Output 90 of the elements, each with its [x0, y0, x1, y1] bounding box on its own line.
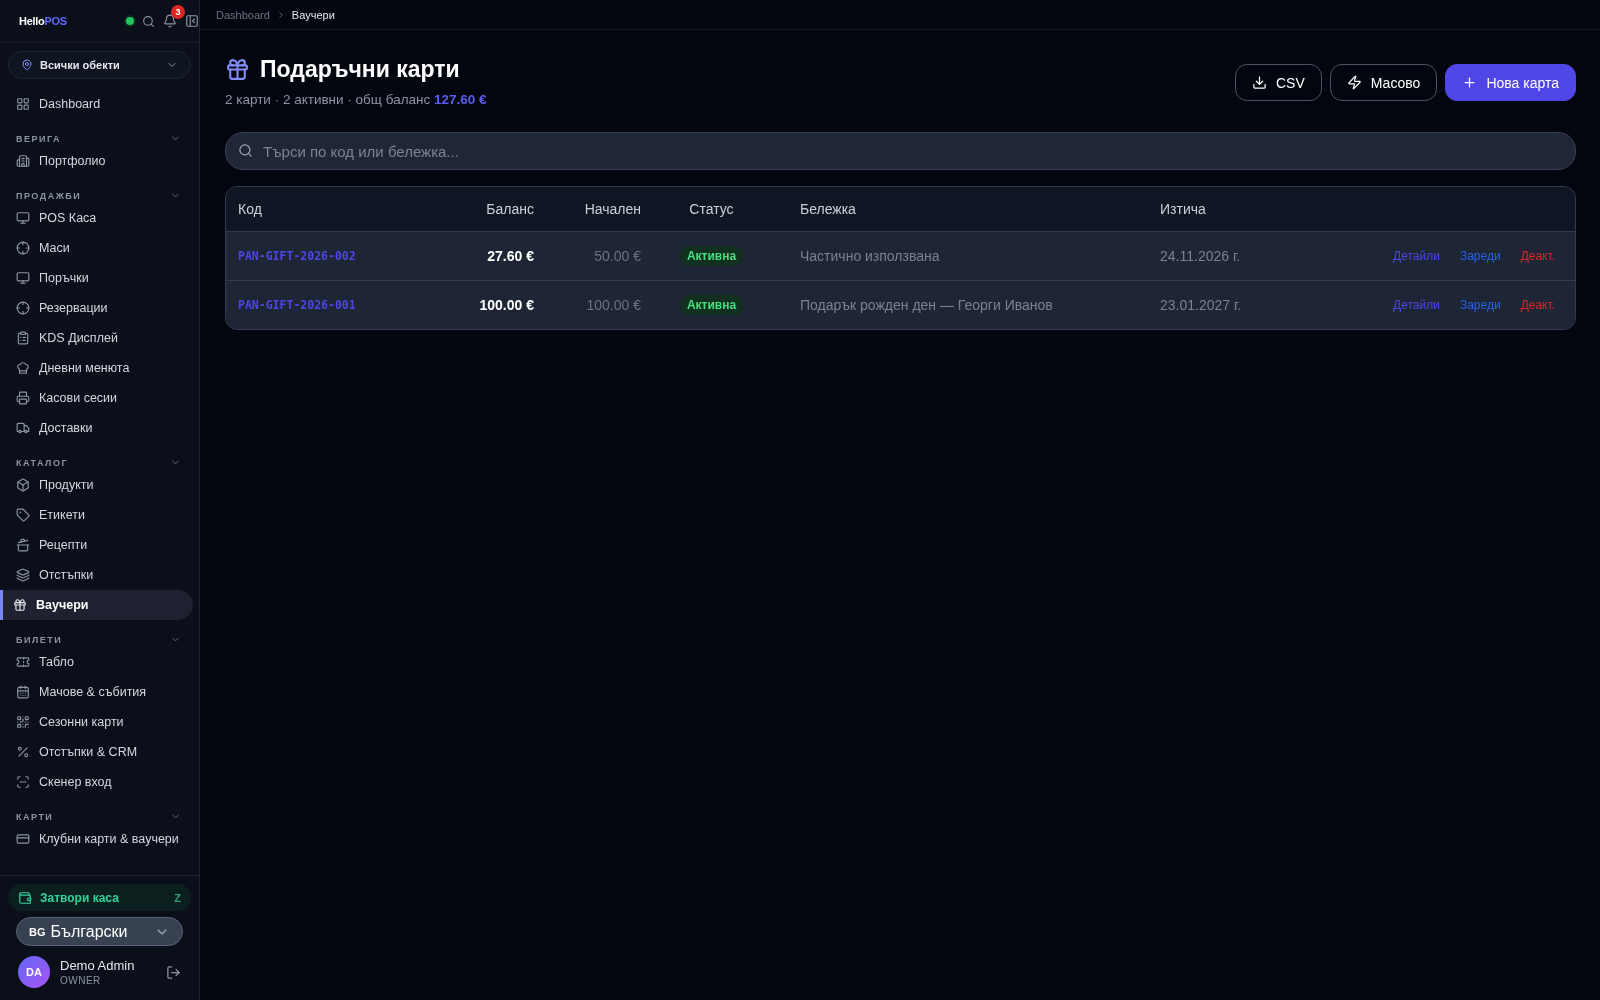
breadcrumb-link[interactable]: Dashboard [216, 8, 270, 21]
nav-item[interactable]: Етикети [0, 500, 199, 530]
column-header: Статус [688, 201, 735, 217]
grid-icon [16, 97, 30, 111]
crosshair-icon [16, 241, 30, 255]
column-header: Баланс [485, 201, 534, 217]
logout-icon[interactable] [166, 964, 181, 980]
printer-icon [16, 391, 30, 405]
column-header: Изтича [1160, 201, 1207, 217]
chef-hat-icon [16, 361, 30, 375]
nav-item[interactable]: Клубни карти & ваучери [0, 824, 199, 854]
column-header: Бележка [799, 201, 857, 217]
crosshair-icon [16, 301, 30, 315]
ticket-icon [16, 655, 30, 669]
map-pin-icon [21, 59, 33, 71]
close-register-button[interactable]: Затвори каса Z [8, 884, 191, 911]
section-title: ПРОДАЖБИ [16, 190, 82, 201]
nav-item[interactable]: Dashboard [0, 89, 199, 119]
layers-icon [16, 568, 30, 582]
initial-amount-cell-text: 50.00 € [593, 248, 641, 264]
balance-cell-text: 100.00 € [478, 297, 534, 313]
location-select[interactable]: Всички обекти [8, 51, 191, 79]
pot-icon [16, 538, 30, 552]
section-title: КАТАЛОГ [16, 457, 68, 468]
plus-icon [1462, 75, 1478, 90]
avatar: DA [18, 956, 50, 988]
user-name: Demo Admin [60, 958, 136, 973]
note-cell-text: Частично използвана [799, 248, 941, 264]
nav-item[interactable]: Табло [0, 647, 199, 677]
language-select[interactable]: BG Български [16, 917, 183, 946]
nav-item[interactable]: Резервации [0, 293, 199, 323]
card-icon [16, 832, 30, 846]
lightning-icon [1346, 75, 1362, 90]
gift-icon [13, 598, 27, 612]
search-icon[interactable] [142, 14, 155, 28]
section-title: БИЛЕТИ [16, 634, 63, 645]
user-role: OWNER [60, 975, 102, 986]
download-icon [1252, 75, 1267, 90]
search-field[interactable]: Търси по код или бележка... [225, 132, 1576, 170]
building-icon [16, 154, 30, 168]
note-cell-text: Подарък рожден ден — Георги Иванов [799, 297, 1054, 313]
truck-icon [16, 421, 30, 435]
nav-item[interactable]: Поръчки [0, 263, 199, 293]
toolbar-button[interactable]: CSV [1235, 64, 1322, 101]
status-badge: Активна [679, 246, 744, 266]
monitor-icon [16, 211, 30, 225]
logo: HelloPOS [19, 15, 67, 27]
summary-text: 2 карти · 2 активни · общ баланс 127.60 € [225, 92, 487, 107]
collapse-sidebar-icon[interactable] [185, 14, 199, 28]
status-badge: Активна [679, 295, 744, 315]
expiry-cell-text: 24.11.2026 г. [1160, 248, 1242, 264]
nav-item[interactable]: Портфолио [0, 146, 199, 176]
box-icon [16, 478, 30, 492]
bell-icon[interactable] [163, 14, 177, 28]
nav-item[interactable]: POS Каса [0, 203, 199, 233]
toolbar-button[interactable]: Масово [1329, 64, 1438, 101]
breadcrumb-link[interactable]: Ваучери [291, 8, 335, 21]
section-title: КАРТИ [16, 811, 54, 822]
nav-item[interactable]: Скенер вход [0, 767, 199, 797]
clipboard-icon [16, 331, 30, 345]
nav-item[interactable]: Дневни менюта [0, 353, 199, 383]
qr-code-icon [16, 715, 30, 729]
toolbar-button[interactable]: Нова карта [1445, 64, 1576, 101]
calendar-icon [16, 685, 30, 699]
nav-item[interactable]: Сезонни карти [0, 707, 199, 737]
monitor-icon [16, 271, 30, 285]
nav-item[interactable]: Отстъпки & CRM [0, 737, 199, 767]
scan-icon [16, 775, 30, 789]
page-title: Подаръчни карти [260, 56, 460, 83]
percent-icon [16, 745, 30, 759]
nav-item[interactable]: Рецепти [0, 530, 199, 560]
tag-icon [16, 508, 30, 522]
nav-item[interactable]: Маси [0, 233, 199, 263]
nav-item[interactable]: KDS Дисплей [0, 323, 199, 353]
expiry-cell-text: 23.01.2027 г. [1160, 297, 1243, 313]
status-dot [126, 17, 134, 25]
nav-item[interactable]: Доставки [0, 413, 199, 443]
nav-item[interactable]: Отстъпки [0, 560, 199, 590]
section-title: ВЕРИГА [16, 133, 61, 144]
balance-cell-text: 27.60 € [486, 248, 534, 264]
notification-count: 3 [171, 5, 185, 19]
wallet-icon [18, 890, 32, 905]
nav-item[interactable]: Ваучери [0, 590, 193, 620]
initial-amount-cell-text: 100.00 € [585, 297, 641, 313]
nav-item[interactable]: Продукти [0, 470, 199, 500]
nav-item[interactable]: Касови сесии [0, 383, 199, 413]
column-header: Начален [583, 201, 641, 217]
column-header: Код [238, 201, 263, 217]
nav-item[interactable]: Мачове & събития [0, 677, 199, 707]
gift-icon [225, 57, 250, 82]
